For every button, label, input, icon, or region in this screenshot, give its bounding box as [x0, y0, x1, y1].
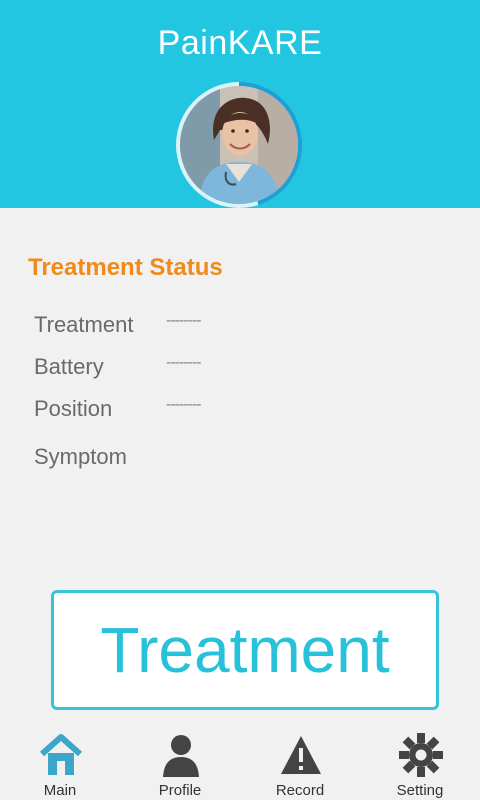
status-row-treatment: Treatment -------- [34, 310, 334, 342]
app-title: PainKARE [157, 24, 323, 62]
treatment-button[interactable]: Treatment [51, 590, 439, 710]
app-header: PainKARE [0, 0, 480, 208]
gear-icon [398, 732, 444, 778]
status-row-battery: Battery -------- [34, 352, 334, 384]
nav-item-main[interactable]: Main [0, 726, 120, 800]
status-label: Symptom [34, 444, 127, 469]
status-value: -------- [166, 354, 202, 371]
status-row-position: Position -------- [34, 394, 334, 426]
status-value: -------- [166, 312, 202, 329]
nav-label-setting: Setting [396, 782, 444, 799]
nav-item-setting[interactable]: Setting [360, 726, 480, 800]
nav-label-profile: Profile [158, 782, 202, 799]
status-value: -------- [166, 396, 202, 413]
treatment-status-title: Treatment Status [28, 254, 223, 281]
nav-label-main: Main [43, 782, 77, 799]
status-row-symptom: Symptom [34, 442, 334, 474]
nav-label-record: Record [275, 782, 325, 799]
avatar[interactable] [180, 86, 298, 204]
nav-item-profile[interactable]: Profile [120, 726, 240, 800]
warning-icon [278, 732, 324, 778]
status-label: Battery [34, 354, 104, 379]
avatar-progress-ring [176, 82, 302, 208]
status-label: Position [34, 396, 113, 421]
home-icon [38, 732, 84, 778]
bottom-navigation: Main Profile Record Setting [0, 726, 480, 800]
nav-item-record[interactable]: Record [240, 726, 360, 800]
person-icon [158, 732, 204, 778]
status-label: Treatment [34, 312, 134, 337]
